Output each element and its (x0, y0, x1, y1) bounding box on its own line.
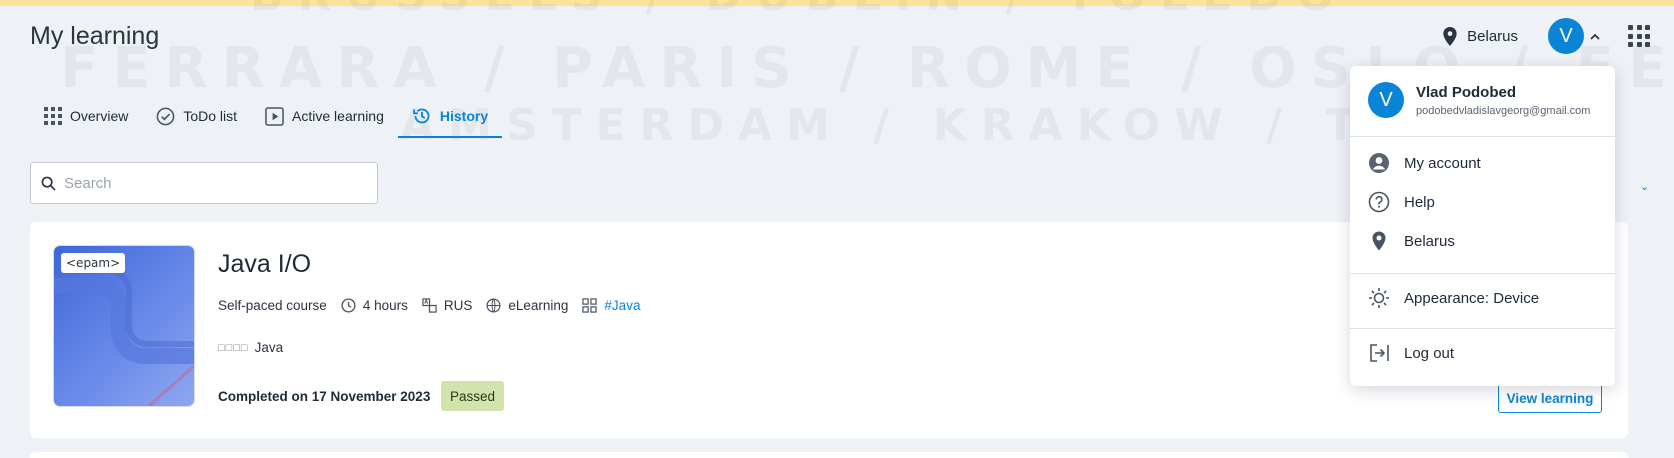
location-selector[interactable]: Belarus (1443, 26, 1518, 46)
chevron-up-icon (1590, 33, 1600, 40)
tag-grid-icon (582, 297, 598, 313)
format-label: eLearning (508, 297, 569, 313)
clock-icon (341, 297, 356, 313)
dropdown-user-info: V Vlad Podobed podobedvladislavgeorg@gma… (1368, 82, 1590, 118)
location-label: Belarus (1467, 27, 1518, 45)
search-box (30, 162, 378, 204)
view-learning-button[interactable]: View learning (1498, 383, 1602, 413)
duration-label: 4 hours (362, 297, 408, 313)
apps-grid-icon[interactable] (1628, 25, 1650, 47)
search-input[interactable] (64, 174, 354, 192)
skill-level-dots: □□□□ (218, 341, 249, 354)
tab-todo-list[interactable]: ToDo list (142, 96, 251, 138)
menu-item-logout[interactable]: Log out (1368, 339, 1454, 367)
tab-label: Active learning (292, 108, 384, 124)
language-icon (422, 297, 437, 313)
user-menu-toggle[interactable]: V (1548, 18, 1600, 54)
menu-item-location[interactable]: Belarus (1368, 227, 1455, 255)
user-email: podobedvladislavgeorg@gmail.com (1416, 104, 1591, 117)
menu-item-label: Help (1404, 193, 1435, 211)
tab-history[interactable]: History (397, 96, 503, 138)
completion-date: Completed on 17 November 2023 (218, 389, 431, 404)
dropdown-avatar: V (1368, 82, 1404, 118)
search-icon (41, 176, 56, 191)
language-label: RUS (443, 297, 473, 313)
epam-logo: <epam> (61, 253, 126, 273)
check-circle-icon (157, 107, 175, 125)
play-icon (265, 106, 284, 126)
dropdown-divider (1350, 273, 1615, 274)
menu-item-label: Log out (1404, 344, 1455, 362)
skill-label: Java (254, 340, 284, 355)
sort-chevron-icon[interactable]: ⌄ (1640, 180, 1649, 193)
top-accent-strip (0, 0, 1674, 6)
location-pin-icon (1372, 231, 1386, 251)
grid-icon (44, 107, 62, 125)
header-controls: Belarus V (1443, 16, 1674, 56)
tab-label: ToDo list (183, 108, 238, 124)
avatar: V (1548, 18, 1584, 54)
tab-overview[interactable]: Overview (30, 96, 142, 138)
user-dropdown-menu: V Vlad Podobed podobedvladislavgeorg@gma… (1350, 66, 1615, 386)
course-duration: 4 hours (341, 298, 408, 313)
menu-item-my-account[interactable]: My account (1368, 149, 1481, 177)
course-tag: #Java (582, 298, 640, 313)
next-course-card (30, 452, 1628, 458)
location-pin-icon (1443, 26, 1457, 46)
course-format: eLearning (486, 298, 568, 313)
sun-icon (1369, 288, 1389, 308)
menu-item-label: My account (1404, 154, 1481, 172)
course-skill: □□□□ Java (218, 340, 283, 355)
user-name: Vlad Podobed (1416, 83, 1517, 101)
menu-item-help[interactable]: Help (1368, 188, 1435, 216)
help-icon (1368, 191, 1390, 213)
account-icon (1369, 153, 1389, 173)
menu-item-label: Belarus (1404, 232, 1455, 250)
tag-link[interactable]: #Java (604, 298, 640, 313)
course-title[interactable]: Java I/O (218, 250, 311, 279)
globe-icon (486, 298, 501, 312)
logout-icon (1370, 344, 1389, 362)
course-type-label: Self-paced course (218, 297, 327, 313)
status-badge: Passed (441, 381, 505, 411)
dropdown-divider (1350, 328, 1615, 329)
course-type: Self-paced course (218, 298, 327, 313)
learning-tabs: Overview ToDo list Active learning Histo… (30, 96, 503, 138)
menu-item-label: Appearance: Device (1404, 289, 1540, 307)
history-icon (412, 108, 430, 124)
course-thumbnail: <epam> (54, 246, 194, 406)
tab-label: Overview (70, 108, 129, 124)
dropdown-divider (1350, 136, 1615, 137)
tab-active-learning[interactable]: Active learning (251, 96, 398, 138)
menu-item-appearance[interactable]: Appearance: Device (1368, 284, 1539, 312)
course-language: RUS (422, 297, 473, 313)
tab-label: History (439, 108, 489, 124)
page-title: My learning (30, 22, 160, 50)
course-meta: Self-paced course 4 hours RUS eLearning … (218, 294, 654, 316)
